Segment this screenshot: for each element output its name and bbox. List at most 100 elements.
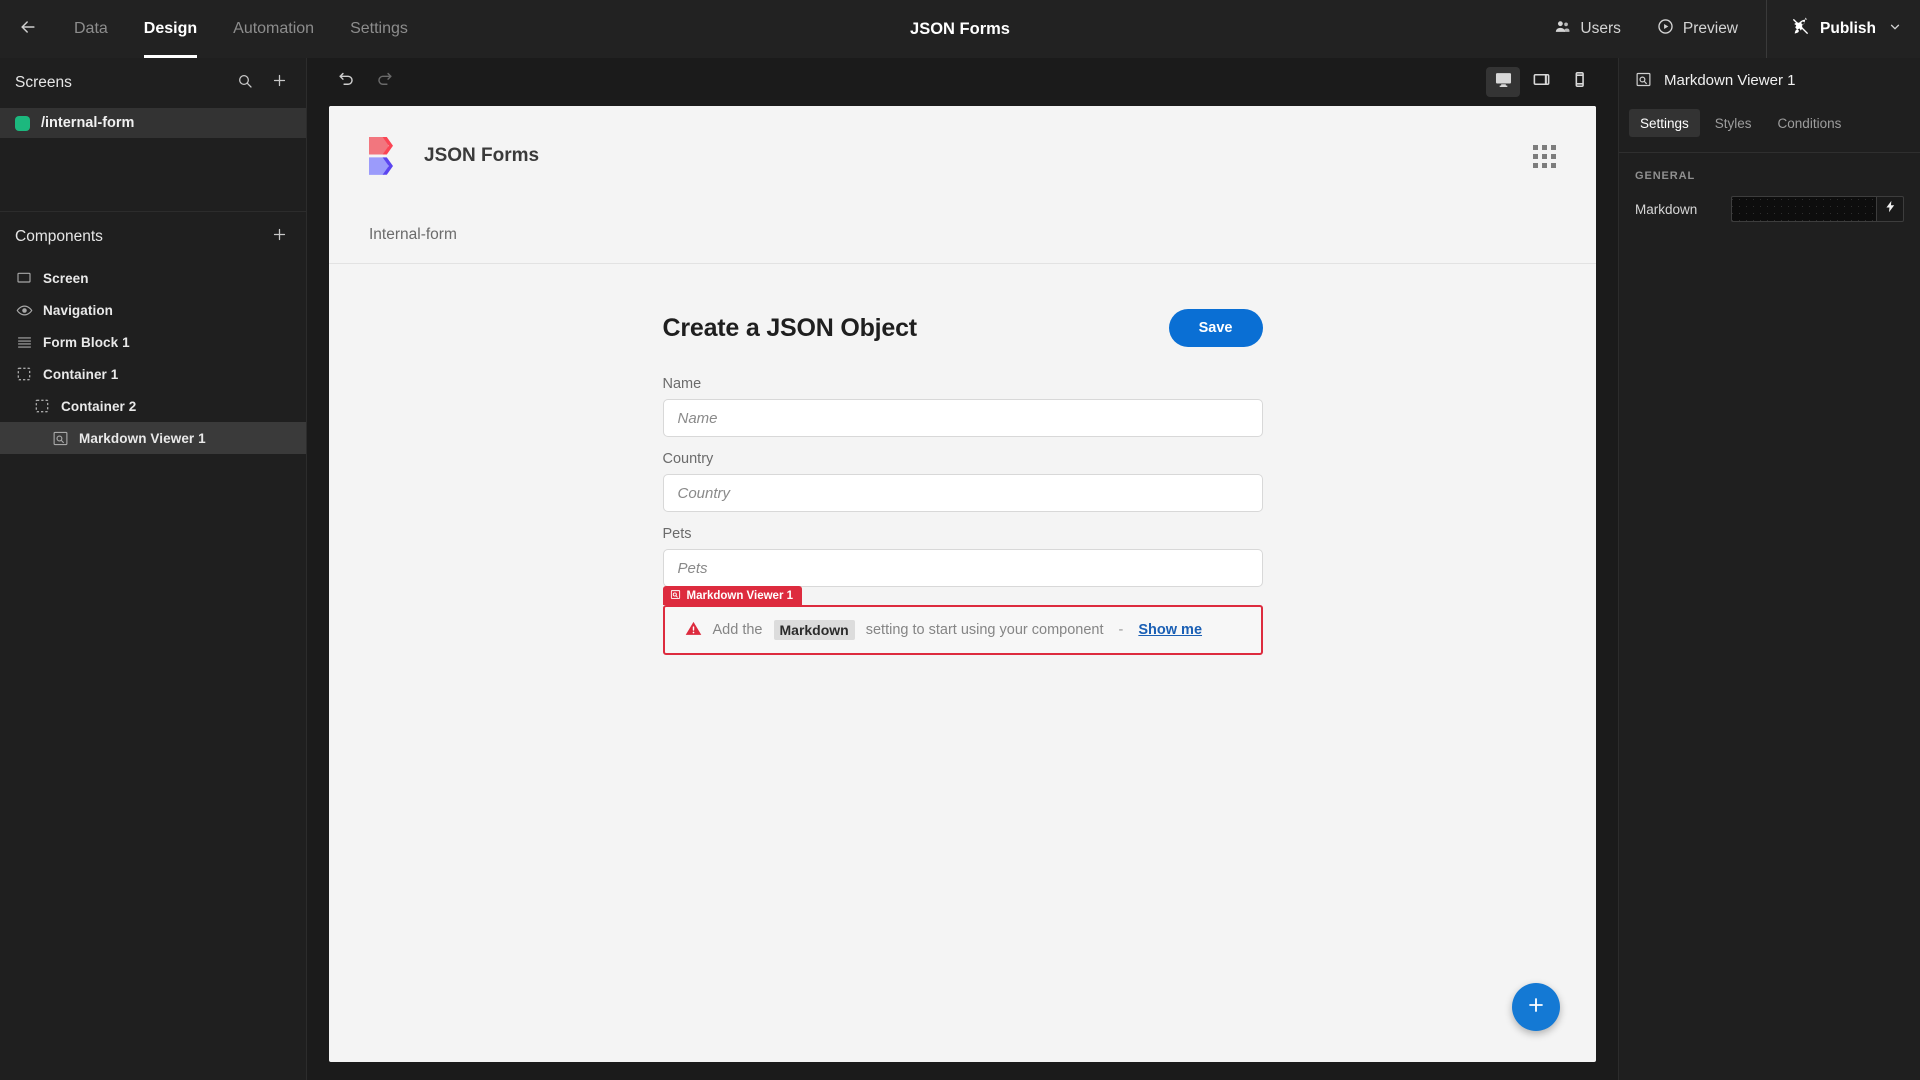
primary-nav: Data Design Automation Settings xyxy=(56,0,426,58)
tree-item-navigation[interactable]: Navigation xyxy=(0,294,306,326)
save-button[interactable]: Save xyxy=(1168,309,1263,347)
apps-grid-icon[interactable] xyxy=(1533,144,1556,168)
tree-item-label: Markdown Viewer 1 xyxy=(79,430,206,446)
publish-dropdown-toggle[interactable] xyxy=(1886,20,1920,39)
tree-item-label: Container 1 xyxy=(43,366,119,382)
arrow-left-icon xyxy=(18,17,38,42)
preview-button[interactable]: Preview xyxy=(1639,0,1756,58)
markdown-viewer-icon xyxy=(670,589,681,603)
name-input[interactable] xyxy=(662,399,1263,437)
warning-separator: - xyxy=(1118,622,1124,638)
inspector-header: Markdown Viewer 1 xyxy=(1619,58,1920,102)
screen-item-label: /internal-form xyxy=(41,115,135,131)
chevron-down-icon xyxy=(1888,20,1902,39)
tab-conditions[interactable]: Conditions xyxy=(1767,109,1853,137)
publish-group: Publish xyxy=(1766,0,1920,58)
setting-markdown-label: Markdown xyxy=(1635,201,1698,217)
screen-icon xyxy=(15,269,33,287)
redo-button[interactable] xyxy=(367,65,401,99)
device-toggle-group xyxy=(1486,67,1596,97)
form-block-icon xyxy=(15,333,33,351)
search-screens-button[interactable] xyxy=(232,70,258,96)
field-pets-label: Pets xyxy=(662,526,692,542)
users-label: Users xyxy=(1580,20,1621,37)
field-country: Country xyxy=(662,451,1263,512)
add-component-button[interactable] xyxy=(266,224,292,250)
screens-title: Screens xyxy=(15,74,72,91)
markdown-viewer-icon xyxy=(51,429,69,447)
preview-subnav: Internal-form xyxy=(329,206,1596,264)
selected-component-wrapper[interactable]: Markdown Viewer 1 Add the Markdown setti… xyxy=(662,586,1263,655)
eye-icon xyxy=(15,301,33,319)
tree-item-form-block-1[interactable]: Form Block 1 xyxy=(0,326,306,358)
warning-suffix: setting to start using your component xyxy=(865,622,1104,638)
tab-settings[interactable]: Settings xyxy=(1629,109,1700,137)
container-icon xyxy=(33,397,51,415)
setting-markdown: Markdown xyxy=(1619,182,1920,222)
warning-prefix: Add the xyxy=(712,622,763,638)
pets-input[interactable] xyxy=(662,549,1263,587)
tab-styles[interactable]: Styles xyxy=(1704,109,1763,137)
tree-item-label: Container 2 xyxy=(61,398,137,414)
tab-automation[interactable]: Automation xyxy=(215,0,332,58)
undo-icon xyxy=(337,70,356,94)
form-title: Create a JSON Object xyxy=(662,313,918,342)
screens-header: Screens xyxy=(0,58,306,108)
right-sidebar: Markdown Viewer 1 Settings Styles Condit… xyxy=(1618,58,1920,1080)
publish-button[interactable]: Publish xyxy=(1775,0,1886,58)
tree-item-label: Form Block 1 xyxy=(43,334,130,350)
json-forms-logo xyxy=(369,137,393,175)
tab-data[interactable]: Data xyxy=(56,0,126,58)
inspector-section-title: GENERAL xyxy=(1635,170,1696,182)
components-section: Components Screen Navigation Form Block … xyxy=(0,211,306,454)
field-pets: Pets xyxy=(662,526,1263,587)
components-header: Components xyxy=(0,212,306,262)
users-button[interactable]: Users xyxy=(1536,0,1638,58)
warning-triangle-icon xyxy=(685,620,702,641)
screens-list: /internal-form xyxy=(0,108,306,138)
tree-item-label: Navigation xyxy=(43,302,114,318)
back-button[interactable] xyxy=(0,0,56,58)
plus-icon xyxy=(271,72,288,94)
device-tablet-button[interactable] xyxy=(1524,67,1558,97)
field-name: Name xyxy=(662,376,1263,437)
tree-item-container-1[interactable]: Container 1 xyxy=(0,358,306,390)
country-input[interactable] xyxy=(662,474,1263,512)
tab-settings[interactable]: Settings xyxy=(332,0,426,58)
undo-button[interactable] xyxy=(329,65,363,99)
canvas-toolbar xyxy=(307,58,1618,106)
top-bar: Data Design Automation Settings JSON For… xyxy=(0,0,1920,58)
desktop-icon xyxy=(1494,70,1513,94)
device-desktop-button[interactable] xyxy=(1486,67,1520,97)
subnav-link-internal-form[interactable]: Internal-form xyxy=(369,226,457,244)
tree-item-screen[interactable]: Screen xyxy=(0,262,306,294)
form-block: Create a JSON Object Save Name Country P… xyxy=(662,306,1263,655)
plus-icon xyxy=(271,226,288,248)
tree-item-markdown-viewer-1[interactable]: Markdown Viewer 1 xyxy=(0,422,306,454)
screen-item-internal-form[interactable]: /internal-form xyxy=(0,108,306,138)
components-tree: Screen Navigation Form Block 1 Container… xyxy=(0,262,306,454)
add-component-fab[interactable] xyxy=(1512,983,1560,1031)
brand-name: JSON Forms xyxy=(424,145,540,166)
inspector-title: Markdown Viewer 1 xyxy=(1664,71,1796,89)
device-mobile-button[interactable] xyxy=(1562,67,1596,97)
inspector-tabs: Settings Styles Conditions xyxy=(1619,102,1920,144)
tab-design[interactable]: Design xyxy=(126,0,215,58)
show-me-link[interactable]: Show me xyxy=(1138,622,1202,638)
selected-component-badge-label: Markdown Viewer 1 xyxy=(686,589,794,602)
field-country-label: Country xyxy=(662,451,714,467)
markdown-value-input[interactable] xyxy=(1731,196,1876,222)
play-circle-icon xyxy=(1657,18,1674,40)
screen-status-dot xyxy=(15,115,30,131)
components-actions xyxy=(266,224,292,250)
markdown-warning-message: Add the Markdown setting to start using … xyxy=(685,620,1202,641)
top-bar-actions: Users Preview Publish xyxy=(1536,0,1920,58)
add-screen-button[interactable] xyxy=(266,70,292,96)
markdown-binding-button[interactable] xyxy=(1876,196,1904,222)
left-sidebar: Screens /internal-form Components Screen… xyxy=(0,58,307,1080)
form-area: Create a JSON Object Save Name Country P… xyxy=(329,264,1596,655)
form-header: Create a JSON Object Save xyxy=(663,306,1263,350)
preview-navbar: JSON Forms xyxy=(329,106,1596,206)
selected-component-badge: Markdown Viewer 1 xyxy=(662,586,803,605)
tree-item-container-2[interactable]: Container 2 xyxy=(0,390,306,422)
